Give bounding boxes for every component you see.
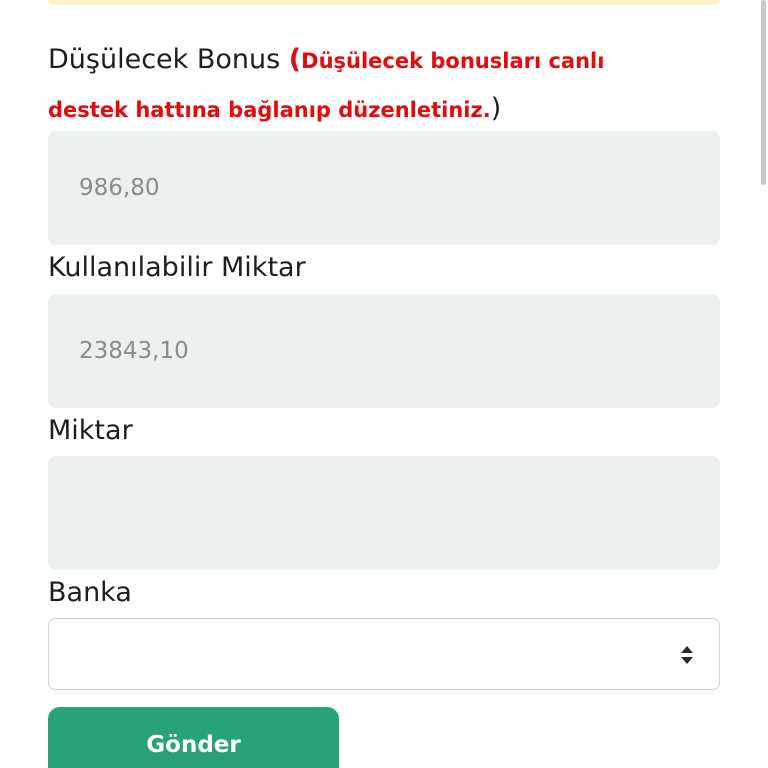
bonus-label-text: Düşülecek Bonus — [48, 44, 281, 75]
submit-button-label: Gönder — [146, 732, 241, 758]
bonus-label: Düşülecek Bonus (Düşülecek bonusları can… — [48, 36, 688, 134]
bonus-open-paren: ( — [288, 44, 302, 75]
scrollbar[interactable] — [761, 0, 766, 185]
bank-select[interactable] — [48, 618, 720, 690]
available-amount-label: Kullanılabilir Miktar — [48, 252, 306, 283]
bonus-value: 986,80 — [79, 175, 160, 201]
sort-arrows-icon — [681, 646, 693, 664]
bonus-field[interactable]: 986,80 — [48, 131, 720, 245]
bank-label: Banka — [48, 577, 132, 608]
amount-label: Miktar — [48, 415, 133, 446]
available-amount-field[interactable]: 23843,10 — [48, 294, 720, 408]
submit-button[interactable]: Gönder — [48, 707, 339, 768]
bonus-close-paren: ) — [490, 93, 502, 124]
available-amount-value: 23843,10 — [79, 338, 189, 364]
amount-input[interactable] — [48, 456, 720, 570]
withdraw-form-page: Düşülecek Bonus (Düşülecek bonusları can… — [0, 0, 768, 768]
info-banner — [48, 0, 720, 5]
